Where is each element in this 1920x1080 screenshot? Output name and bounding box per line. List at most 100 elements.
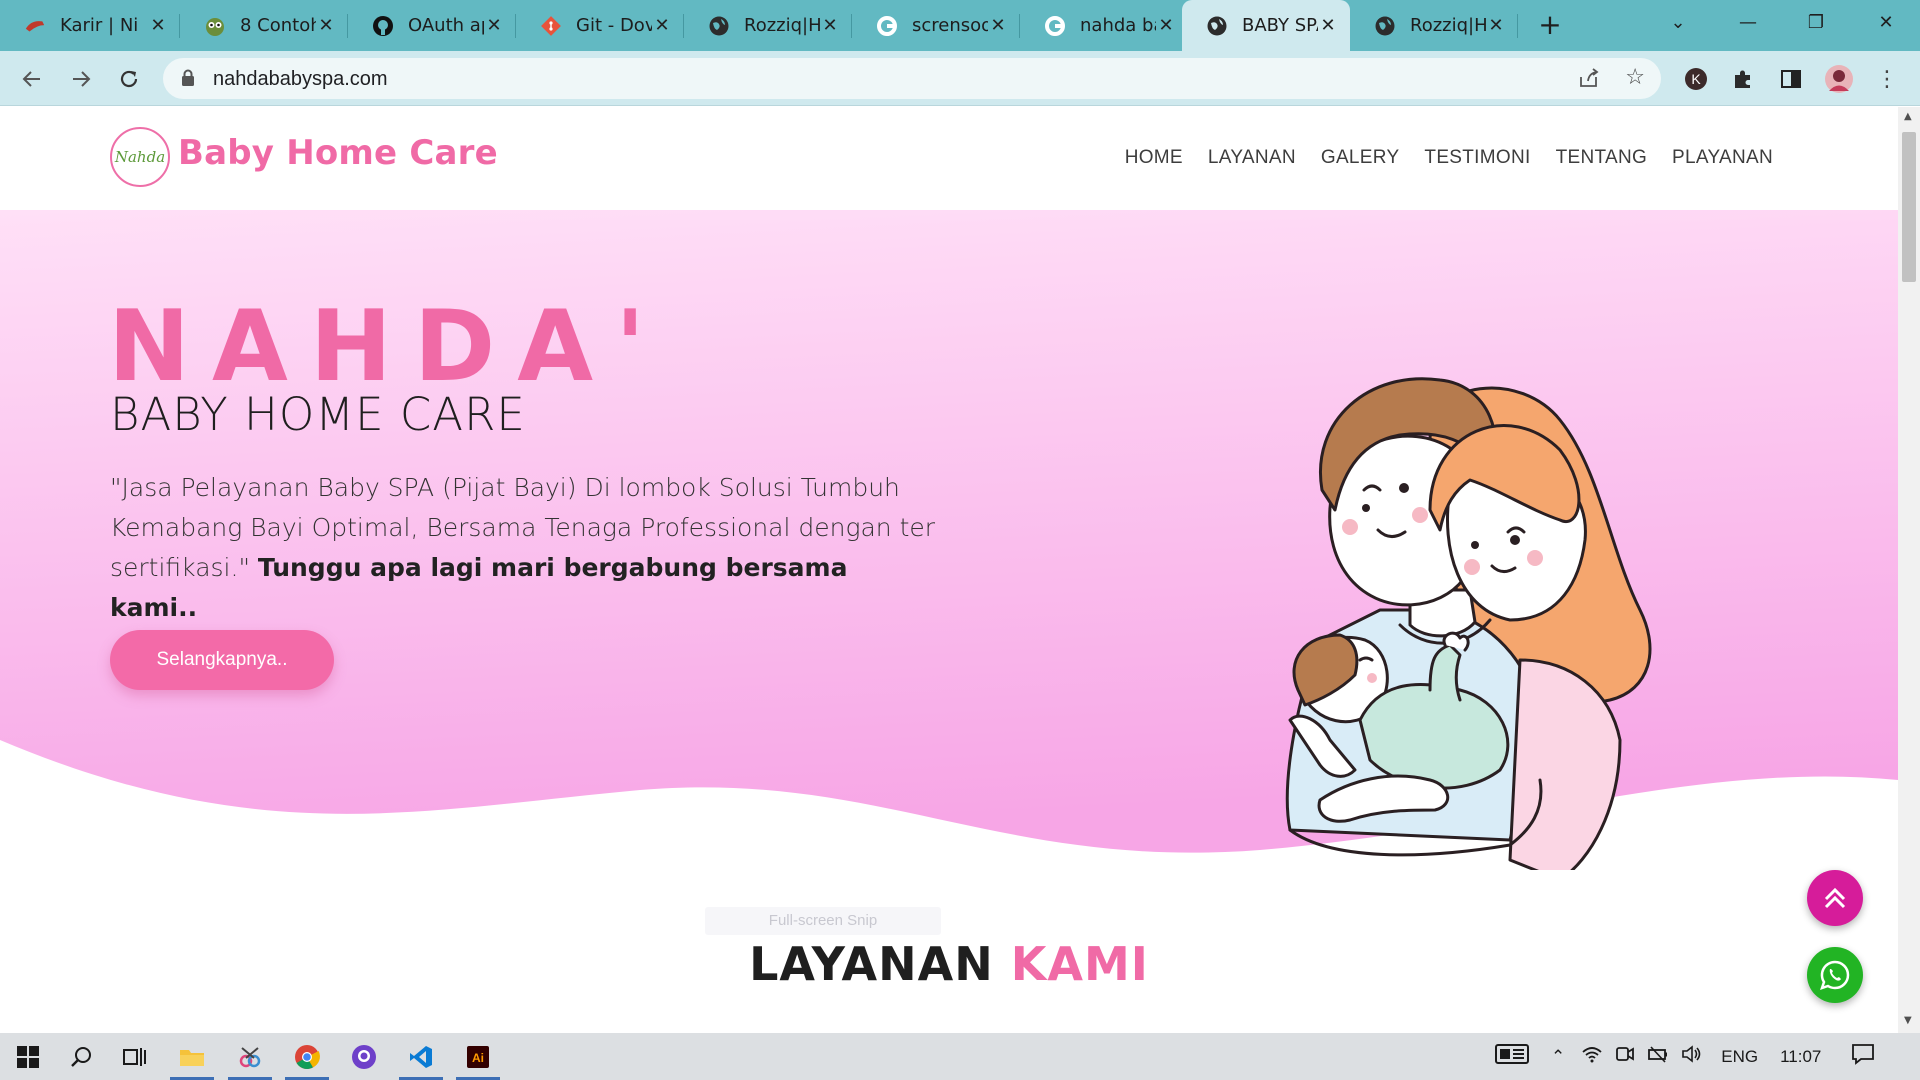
battery-icon[interactable] — [1647, 1044, 1669, 1069]
nav-layanan[interactable]: LAYANAN — [1208, 147, 1296, 169]
puzzle-icon — [1735, 70, 1750, 88]
tab-title: Rozziq|H — [1410, 15, 1486, 36]
file-explorer-button[interactable] — [164, 1033, 220, 1080]
tab-search-chevron-icon[interactable]: ⌄ — [1648, 0, 1708, 44]
snip-hint-tooltip: Full-screen Snip — [705, 907, 941, 935]
page-scrollbar[interactable]: ▲ ▼ — [1898, 107, 1920, 1033]
reload-button[interactable] — [114, 64, 144, 94]
close-tab-icon[interactable]: ✕ — [148, 15, 168, 36]
windows-logo-icon — [17, 1045, 39, 1068]
webcam-icon[interactable] — [1615, 1044, 1635, 1069]
url-text[interactable]: nahdababyspa.com — [213, 68, 388, 91]
tab-title: nahda ba — [1080, 15, 1156, 36]
close-tab-icon[interactable]: ✕ — [484, 15, 504, 36]
section-title-main: LAYANAN — [749, 937, 994, 991]
nav-playanan[interactable]: PLAYANAN — [1672, 147, 1773, 169]
browser-tab[interactable]: Rozziq|H ✕ — [684, 0, 852, 51]
shoe-favicon-icon — [24, 15, 46, 37]
tab-title: Git - Dov — [576, 15, 652, 36]
brand-name[interactable]: Baby Home Care — [178, 133, 498, 173]
bookmark-star-icon[interactable]: ☆ — [1625, 65, 1645, 90]
close-window-button[interactable]: ✕ — [1856, 0, 1916, 44]
snip-sketch-button[interactable] — [222, 1033, 278, 1080]
nav-home[interactable]: HOME — [1125, 147, 1183, 169]
news-widget-icon[interactable] — [1495, 1043, 1529, 1070]
browser-tab-active[interactable]: BABY SPA ✕ — [1182, 0, 1350, 51]
chrome-button[interactable] — [279, 1033, 335, 1080]
hero-subtitle: BABY HOME CARE — [110, 388, 526, 441]
close-tab-icon[interactable]: ✕ — [988, 15, 1008, 36]
start-button[interactable] — [0, 1033, 56, 1080]
scroll-up-arrow-icon[interactable]: ▲ — [1904, 111, 1912, 122]
browser-tab[interactable]: Karir | Ni ✕ — [0, 0, 180, 51]
nav-galery[interactable]: GALERY — [1321, 147, 1400, 169]
wifi-icon[interactable] — [1581, 1044, 1603, 1069]
nav-tentang[interactable]: TENTANG — [1556, 147, 1647, 169]
browser-menu-icon[interactable]: ⋮ — [1872, 64, 1902, 94]
vscode-button[interactable] — [393, 1033, 449, 1080]
scrollbar-thumb[interactable] — [1902, 132, 1916, 282]
whatsapp-button[interactable] — [1807, 947, 1863, 1003]
profile-k-button[interactable]: K — [1681, 64, 1711, 94]
browser-tab[interactable]: scrensoo ✕ — [852, 0, 1020, 51]
globe-favicon-icon — [1374, 15, 1396, 37]
reload-icon — [120, 70, 138, 88]
globe-favicon-icon — [1206, 15, 1228, 37]
close-tab-icon[interactable]: ✕ — [1486, 15, 1506, 36]
illustrator-icon: Ai — [467, 1045, 489, 1068]
browser-tab-strip: Karir | Ni ✕ 8 Contoh ✕ OAuth ap ✕ Git -… — [0, 0, 1920, 51]
restore-button[interactable]: ❐ — [1786, 0, 1846, 44]
profile-avatar[interactable] — [1824, 64, 1854, 94]
scroll-to-top-button[interactable] — [1807, 870, 1863, 926]
new-tab-button[interactable]: + — [1535, 10, 1565, 40]
task-view-button[interactable] — [106, 1033, 162, 1080]
forward-button[interactable] — [66, 64, 96, 94]
close-tab-icon[interactable]: ✕ — [1156, 15, 1176, 36]
search-button[interactable] — [53, 1033, 109, 1080]
side-panel-button[interactable] — [1776, 64, 1806, 94]
close-tab-icon[interactable]: ✕ — [316, 15, 336, 36]
close-tab-icon[interactable]: ✕ — [820, 15, 840, 36]
svg-text:Ai: Ai — [472, 1051, 484, 1065]
cta-button[interactable]: Selangkapnya.. — [110, 630, 334, 690]
notification-icon[interactable] — [1851, 1043, 1875, 1070]
volume-icon[interactable] — [1681, 1044, 1703, 1069]
browser-tab[interactable]: nahda ba ✕ — [1020, 0, 1188, 51]
section-title-accent: KAMI — [1010, 937, 1149, 991]
clock[interactable]: 11:07 — [1780, 1047, 1821, 1067]
browser-tab[interactable]: Rozziq|H ✕ — [1350, 0, 1518, 51]
scroll-down-arrow-icon[interactable]: ▼ — [1904, 1015, 1912, 1026]
chevron-up-icon[interactable]: ⌃ — [1551, 1047, 1565, 1067]
snipping-tool-icon — [239, 1046, 261, 1067]
google-favicon-icon — [876, 15, 898, 37]
section-title: LAYANAN KAMI — [0, 937, 1898, 991]
nav-testimoni[interactable]: TESTIMONI — [1424, 147, 1530, 169]
mother-father-baby-illustration — [1285, 377, 1652, 870]
main-nav: HOME LAYANAN GALERY TESTIMONI TENTANG PL… — [1125, 147, 1773, 169]
git-favicon-icon — [540, 15, 562, 37]
browser-tab[interactable]: Git - Dov ✕ — [516, 0, 684, 51]
chrome-icon — [295, 1044, 320, 1069]
browser-tab[interactable]: 8 Contoh ✕ — [180, 0, 348, 51]
hero-section: NAHDA' BABY HOME CARE "Jasa Pelayanan Ba… — [0, 210, 1898, 910]
windows-taskbar: Ai ⌃ ENG 11:07 — [0, 1033, 1920, 1080]
illustrator-button[interactable]: Ai — [450, 1033, 506, 1080]
side-panel-icon — [1781, 70, 1801, 88]
logo[interactable]: Nahda — [110, 127, 170, 187]
extensions-button[interactable] — [1728, 64, 1758, 94]
logo-text: Nahda — [114, 148, 166, 166]
browser-tab[interactable]: OAuth ap ✕ — [348, 0, 516, 51]
hero-description: "Jasa Pelayanan Baby SPA (Pijat Bayi) Di… — [110, 468, 940, 628]
close-tab-icon[interactable]: ✕ — [1318, 15, 1338, 36]
address-bar[interactable]: nahdababyspa.com ☆ — [163, 58, 1661, 99]
github-desktop-button[interactable] — [336, 1033, 392, 1080]
whatsapp-icon — [1820, 960, 1850, 990]
forward-arrow-icon — [73, 71, 91, 87]
minimize-button[interactable]: — — [1718, 0, 1778, 44]
page-viewport: Nahda Baby Home Care HOME LAYANAN GALERY… — [0, 107, 1898, 1033]
language-indicator[interactable]: ENG — [1721, 1047, 1758, 1067]
share-icon[interactable] — [1577, 67, 1601, 89]
back-button[interactable] — [17, 64, 47, 94]
lock-icon[interactable] — [181, 69, 195, 87]
close-tab-icon[interactable]: ✕ — [652, 15, 672, 36]
